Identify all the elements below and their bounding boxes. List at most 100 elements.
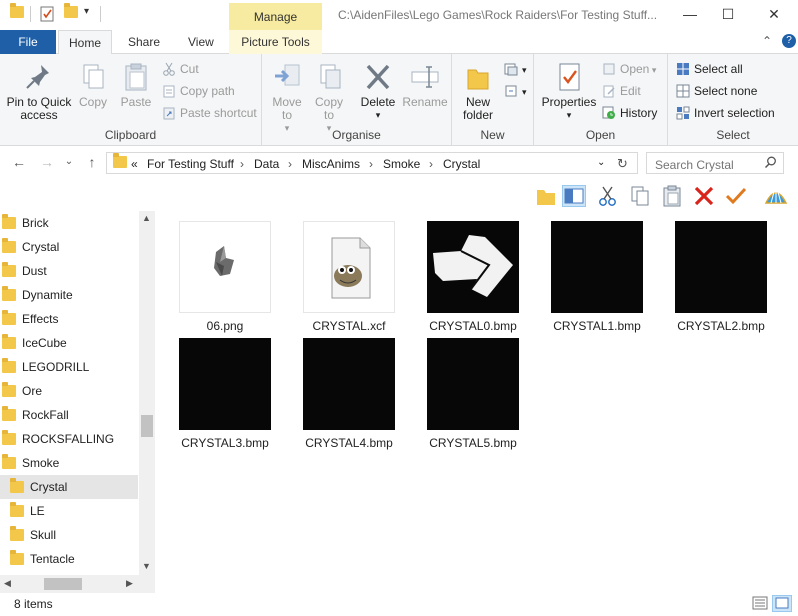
properties-quick-icon[interactable]	[40, 6, 54, 24]
scroll-up-icon[interactable]: ▲	[142, 213, 151, 223]
file-item[interactable]: CRYSTAL3.bmp	[170, 338, 280, 450]
breadcrumb-item[interactable]: Data	[254, 157, 279, 171]
history-button[interactable]: History	[602, 104, 657, 122]
breadcrumb-overflow[interactable]: «	[131, 157, 138, 171]
invert-selection-icon	[676, 106, 690, 120]
nav-item-smoke[interactable]: Smoke	[0, 451, 138, 475]
nav-item-smoke-crystal[interactable]: Crystal	[0, 475, 138, 499]
pin-quick-access-button[interactable]: Pin to Quick access	[4, 62, 74, 122]
rename-button[interactable]: Rename	[402, 62, 448, 109]
delete-tool-icon[interactable]	[692, 185, 716, 207]
cut-tool-icon[interactable]	[596, 185, 620, 207]
breadcrumb-separator-icon[interactable]: ›	[429, 157, 433, 171]
nav-item-effects[interactable]: Effects	[0, 307, 138, 331]
scroll-left-icon[interactable]: ◀	[4, 578, 11, 589]
file-thumbnail	[179, 221, 271, 313]
tab-picture-tools[interactable]: Picture Tools	[229, 30, 322, 54]
address-bar[interactable]: « For Testing Stuff › Data › MiscAnims ›…	[106, 152, 638, 174]
nav-item-rocksfalling[interactable]: ROCKSFALLING	[0, 427, 138, 451]
details-view-icon[interactable]	[752, 596, 768, 613]
address-dropdown-chevron-icon[interactable]: ⌄	[597, 157, 605, 168]
preview-pane-icon[interactable]	[562, 185, 586, 207]
nav-item-dust[interactable]: Dust	[0, 259, 138, 283]
nav-vertical-scrollbar[interactable]: ▲ ▼	[139, 211, 155, 575]
nav-item-dynamite[interactable]: Dynamite	[0, 283, 138, 307]
back-arrow-icon[interactable]: ←	[10, 154, 28, 170]
tab-share[interactable]: Share	[118, 30, 170, 54]
nav-item-brick[interactable]: Brick	[0, 211, 138, 235]
nav-item-skull[interactable]: Skull	[0, 523, 138, 547]
tab-home[interactable]: Home	[58, 30, 113, 55]
tab-file[interactable]: File	[0, 30, 56, 54]
recent-locations-chevron-icon[interactable]: ⌄	[60, 156, 78, 167]
file-item[interactable]: CRYSTAL4.bmp	[294, 338, 404, 450]
breadcrumb-item[interactable]: MiscAnims	[302, 157, 360, 171]
close-button[interactable]: ✕	[764, 4, 784, 24]
delete-button[interactable]: Delete ▾	[358, 62, 398, 122]
select-all-icon	[676, 62, 690, 76]
copy-path-button[interactable]: Copy path	[162, 82, 235, 100]
breadcrumb-separator-icon[interactable]: ›	[240, 157, 244, 171]
new-folder-quick-icon[interactable]	[64, 3, 78, 24]
file-thumbnail	[179, 338, 271, 430]
up-arrow-icon[interactable]: ↑	[83, 154, 101, 170]
breadcrumb-separator-icon[interactable]: ›	[288, 157, 292, 171]
select-all-button[interactable]: Select all	[676, 60, 743, 78]
file-item[interactable]: 06.png	[170, 221, 280, 333]
copy-button[interactable]: Copy	[76, 62, 110, 109]
nav-item-le[interactable]: LE	[0, 499, 138, 523]
new-folder-button[interactable]: New folder	[458, 62, 498, 122]
tab-manage[interactable]: Manage	[229, 3, 322, 30]
select-none-button[interactable]: Select none	[676, 82, 757, 100]
cut-button[interactable]: Cut	[162, 60, 199, 78]
file-item[interactable]: CRYSTAL.xcf	[294, 221, 404, 333]
maximize-button[interactable]: ☐	[718, 4, 738, 24]
scissors-icon	[162, 62, 176, 76]
file-item[interactable]: CRYSTAL2.bmp	[666, 221, 776, 333]
nav-item-legodrill[interactable]: LEGODRILL	[0, 355, 138, 379]
breadcrumb-item[interactable]: Smoke	[383, 157, 420, 171]
nav-item-tentacle[interactable]: Tentacle	[0, 547, 138, 571]
paste-shortcut-button[interactable]: Paste shortcut	[162, 104, 257, 122]
nav-item-icecube[interactable]: IceCube	[0, 331, 138, 355]
file-item[interactable]: CRYSTAL5.bmp	[418, 338, 528, 450]
file-item[interactable]: CRYSTAL0.bmp	[418, 221, 528, 333]
minimize-button[interactable]: —	[680, 4, 700, 24]
quick-access-folder-icon[interactable]	[10, 3, 24, 24]
paste-button[interactable]: Paste	[116, 62, 156, 109]
nav-item-rockfall[interactable]: RockFall	[0, 403, 138, 427]
scroll-right-icon[interactable]: ▶	[126, 578, 133, 589]
invert-selection-button[interactable]: Invert selection	[676, 104, 775, 122]
breadcrumb-separator-icon[interactable]: ›	[369, 157, 373, 171]
easy-access-button[interactable]: ▾	[504, 82, 527, 100]
copy-tool-icon[interactable]	[628, 185, 652, 207]
nav-horizontal-scrollbar[interactable]: ◀ ▶	[0, 575, 155, 593]
help-icon[interactable]: ?	[782, 34, 796, 48]
tab-view[interactable]: View	[178, 30, 224, 54]
nav-vertical-scroll-thumb[interactable]	[141, 415, 153, 437]
breadcrumb-item[interactable]: Crystal	[443, 157, 480, 171]
folder-tool-icon[interactable]	[534, 185, 558, 207]
open-button[interactable]: Open ▾	[602, 60, 656, 78]
shell-tool-icon[interactable]	[764, 185, 788, 207]
refresh-icon[interactable]: ↻	[617, 156, 628, 172]
new-item-icon	[504, 62, 518, 76]
large-icons-view-icon[interactable]	[772, 595, 792, 612]
scroll-down-icon[interactable]: ▼	[142, 561, 151, 571]
properties-button[interactable]: Properties ▾	[540, 62, 598, 122]
file-item[interactable]: CRYSTAL1.bmp	[542, 221, 652, 333]
collapse-ribbon-icon[interactable]: ⌃	[762, 34, 772, 48]
paste-tool-icon[interactable]	[660, 185, 684, 207]
copy-to-button[interactable]: Copy to ▾	[310, 62, 348, 135]
nav-item-ore[interactable]: Ore	[0, 379, 138, 403]
folder-icon	[2, 238, 16, 253]
move-to-button[interactable]: Move to ▾	[268, 62, 306, 135]
new-item-button[interactable]: ▾	[504, 60, 527, 78]
checkmark-tool-icon[interactable]	[724, 185, 748, 207]
customize-quick-access-icon[interactable]: ▾	[84, 6, 89, 24]
forward-arrow-icon[interactable]: →	[38, 154, 56, 170]
nav-horizontal-scroll-thumb[interactable]	[44, 578, 82, 590]
edit-button[interactable]: Edit	[602, 82, 641, 100]
nav-item-crystal[interactable]: Crystal	[0, 235, 138, 259]
breadcrumb-item[interactable]: For Testing Stuff	[147, 157, 234, 171]
